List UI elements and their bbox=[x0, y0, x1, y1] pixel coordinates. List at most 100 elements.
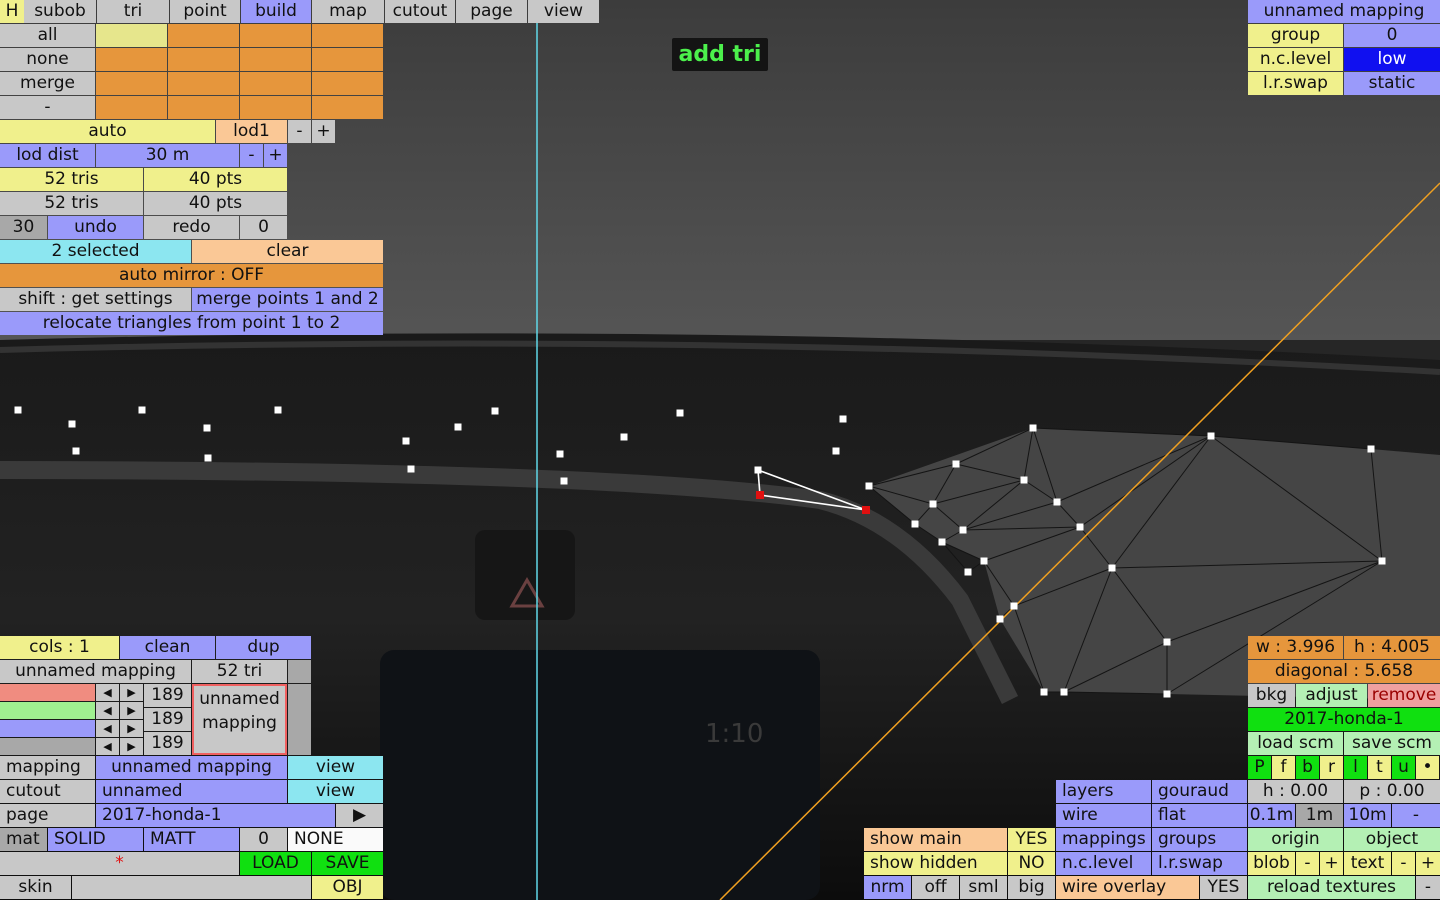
vertex-point[interactable] bbox=[203, 424, 211, 432]
minus-button[interactable]: - bbox=[0, 96, 95, 119]
green-decrease-icon[interactable]: ◀ bbox=[96, 702, 119, 719]
tab-build[interactable]: build bbox=[241, 0, 311, 23]
vertex-point[interactable] bbox=[72, 447, 80, 455]
group-swatch[interactable] bbox=[312, 48, 383, 71]
vertex-point[interactable] bbox=[1060, 688, 1068, 696]
object-button[interactable]: object bbox=[1344, 828, 1440, 851]
view-dir-u-button[interactable]: u bbox=[1392, 756, 1415, 779]
vertex-point[interactable] bbox=[1163, 638, 1171, 646]
clean-button[interactable]: clean bbox=[120, 636, 215, 659]
blob-minus-button[interactable]: - bbox=[1296, 852, 1319, 875]
grey-channel-swatch[interactable] bbox=[0, 738, 95, 755]
clear-selection-button[interactable]: clear bbox=[192, 240, 383, 263]
vertex-point[interactable] bbox=[911, 520, 919, 528]
group-swatch[interactable] bbox=[168, 48, 239, 71]
tab-cutout[interactable]: cutout bbox=[385, 0, 455, 23]
group-swatch[interactable] bbox=[240, 48, 311, 71]
grey-decrease-icon[interactable]: ◀ bbox=[96, 738, 119, 755]
off-button[interactable]: off bbox=[912, 876, 959, 899]
group-value[interactable]: 0 bbox=[1344, 24, 1440, 47]
text-minus-button[interactable]: - bbox=[1392, 852, 1415, 875]
vertex-point[interactable] bbox=[964, 568, 972, 576]
green-increase-icon[interactable]: ▶ bbox=[120, 702, 143, 719]
text-button[interactable]: text bbox=[1344, 852, 1391, 875]
nrm-button[interactable]: nrm bbox=[864, 876, 911, 899]
vertex-point[interactable] bbox=[1367, 445, 1375, 453]
group-swatch[interactable] bbox=[96, 96, 167, 119]
select-all-button[interactable]: all bbox=[0, 24, 95, 47]
step-0-1m-button[interactable]: 0.1m bbox=[1248, 804, 1295, 827]
tab-h[interactable]: H bbox=[0, 0, 24, 23]
vertex-point[interactable] bbox=[938, 538, 946, 546]
vertex-point[interactable] bbox=[676, 409, 684, 417]
load-scm-button[interactable]: load scm bbox=[1248, 732, 1343, 755]
blue-increase-icon[interactable]: ▶ bbox=[120, 720, 143, 737]
vertex-point[interactable] bbox=[929, 500, 937, 508]
vertex-point[interactable] bbox=[865, 482, 873, 490]
undo-button[interactable]: undo bbox=[48, 216, 143, 239]
auto-mirror-toggle[interactable]: auto mirror : OFF bbox=[0, 264, 383, 287]
obj-button[interactable]: OBJ bbox=[312, 876, 383, 899]
view-dir-f-button[interactable]: f bbox=[1272, 756, 1295, 779]
view-dir-t-button[interactable]: t bbox=[1368, 756, 1391, 779]
vertex-point[interactable] bbox=[1108, 564, 1116, 572]
vertex-point[interactable] bbox=[959, 526, 967, 534]
mapping-view-button[interactable]: view bbox=[288, 756, 383, 779]
vertex-point[interactable] bbox=[952, 460, 960, 468]
step-minus-button[interactable]: - bbox=[1392, 804, 1440, 827]
vertex-point[interactable] bbox=[1020, 476, 1028, 484]
mapping-title[interactable]: unnamed mapping bbox=[1248, 0, 1440, 23]
gouraud-button[interactable]: gouraud bbox=[1152, 780, 1247, 803]
vertex-point[interactable] bbox=[996, 615, 1004, 623]
page-next-icon[interactable]: ▶ bbox=[336, 804, 383, 827]
group-swatch[interactable] bbox=[240, 72, 311, 95]
skin-field[interactable] bbox=[72, 876, 311, 899]
mat-none[interactable]: NONE bbox=[288, 828, 383, 851]
cols-count[interactable]: cols : 1 bbox=[0, 636, 119, 659]
wire-button[interactable]: wire bbox=[1056, 804, 1151, 827]
select-none-button[interactable]: none bbox=[0, 48, 95, 71]
sml-button[interactable]: sml bbox=[960, 876, 1007, 899]
mapping-value[interactable]: unnamed mapping bbox=[96, 756, 287, 779]
blob-plus-button[interactable]: + bbox=[1320, 852, 1343, 875]
scm-name[interactable]: 2017-honda-1 bbox=[1248, 708, 1440, 731]
vertex-point[interactable] bbox=[138, 406, 146, 414]
vertex-point[interactable] bbox=[407, 465, 415, 473]
grey-increase-icon[interactable]: ▶ bbox=[120, 738, 143, 755]
merge-button[interactable]: merge bbox=[0, 72, 95, 95]
blue-channel-swatch[interactable] bbox=[0, 720, 95, 737]
view-dir-P-button[interactable]: P bbox=[1248, 756, 1271, 779]
vertex-point[interactable] bbox=[980, 557, 988, 565]
vertex-point[interactable] bbox=[620, 433, 628, 441]
lod-plus-button[interactable]: + bbox=[312, 120, 335, 143]
cutout-value[interactable]: unnamed bbox=[96, 780, 287, 803]
lod-minus-button[interactable]: - bbox=[288, 120, 311, 143]
green-channel-swatch[interactable] bbox=[0, 702, 95, 719]
tab-point[interactable]: point bbox=[170, 0, 240, 23]
mat-number[interactable]: 0 bbox=[240, 828, 287, 851]
group-swatch[interactable] bbox=[168, 24, 239, 47]
lod-dist-plus[interactable]: + bbox=[264, 144, 287, 167]
group-swatch[interactable] bbox=[96, 24, 167, 47]
ncl-value[interactable]: low bbox=[1344, 48, 1440, 71]
step-1m-button[interactable]: 1m bbox=[1296, 804, 1343, 827]
lr-swap-value[interactable]: static bbox=[1344, 72, 1440, 95]
view-dir-dot-button[interactable]: • bbox=[1416, 756, 1439, 779]
layers-button[interactable]: layers bbox=[1056, 780, 1151, 803]
group-swatch[interactable] bbox=[240, 96, 311, 119]
dup-button[interactable]: dup bbox=[216, 636, 311, 659]
load-button[interactable]: LOAD bbox=[240, 852, 311, 875]
vertex-point[interactable] bbox=[832, 447, 840, 455]
vertex-point[interactable] bbox=[1053, 498, 1061, 506]
tab-map[interactable]: map bbox=[312, 0, 384, 23]
reload-minus-button[interactable]: - bbox=[1416, 876, 1440, 899]
group-swatch[interactable] bbox=[240, 24, 311, 47]
wire-overlay-toggle[interactable]: YES bbox=[1200, 876, 1247, 899]
relocate-triangles-button[interactable]: relocate triangles from point 1 to 2 bbox=[0, 312, 383, 335]
page-value[interactable]: 2017-honda-1 bbox=[96, 804, 335, 827]
group-swatch[interactable] bbox=[96, 48, 167, 71]
redo-button[interactable]: redo bbox=[144, 216, 239, 239]
solid-button[interactable]: SOLID bbox=[48, 828, 143, 851]
remove-button[interactable]: remove bbox=[1368, 684, 1440, 707]
bkg-button[interactable]: bkg bbox=[1248, 684, 1295, 707]
